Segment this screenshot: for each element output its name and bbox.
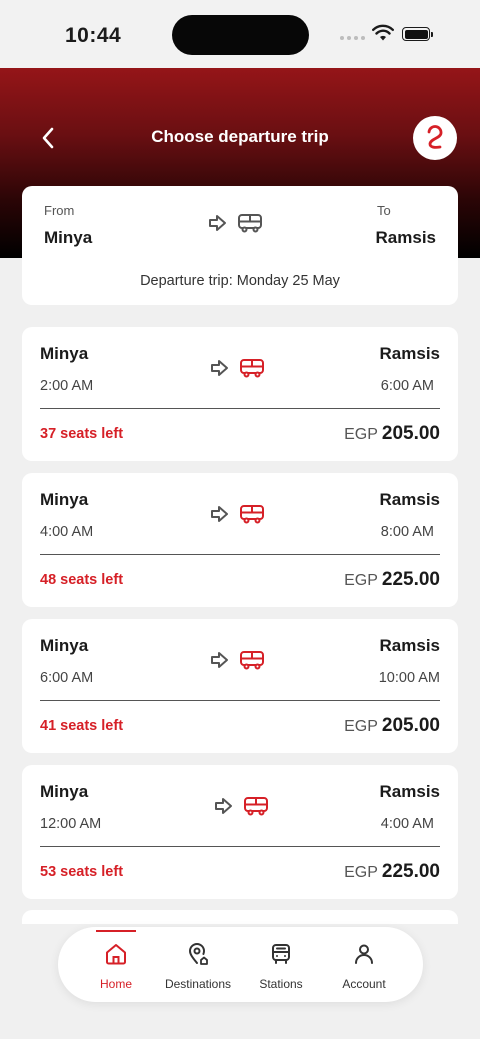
trip-to-city: Ramsis [379,490,440,509]
arrow-right-icon [211,360,228,376]
trip-from-city: Minya [40,490,89,509]
seats-left: 37 seats left [40,426,124,442]
trip-summary-card: From Minya To Ramsis Departure trip: Mon… [22,186,458,305]
account-icon [355,944,373,964]
price-amount: 225.00 [381,569,440,590]
seats-left: 41 seats left [40,718,124,734]
trip-price: EGP 225.00 [344,861,440,883]
price-currency: EGP [344,426,378,443]
divider [40,554,440,555]
cellular-signal-icon [340,36,365,40]
arrow-right-icon [215,798,232,814]
divider [40,700,440,701]
dynamic-island [172,15,309,55]
tab-destinations[interactable]: Destinations [153,927,243,1002]
bus-icon [244,797,268,816]
divider [40,408,440,409]
tab-account[interactable]: Account [319,927,409,1002]
trip-departure-time: 2:00 AM [40,378,94,394]
tab-label: Destinations [164,977,232,991]
trip-arrival-time: 8:00 AM [380,524,434,540]
status-time: 10:44 [65,24,122,47]
brand-logo-button[interactable] [413,116,457,160]
bus-icon [238,214,262,233]
divider [40,846,440,847]
home-icon [106,944,126,965]
trip-card[interactable]: Minya Ramsis 4:00 AM 8:00 AM 48 seats le… [22,473,458,607]
wifi-icon [372,24,394,41]
arrow-right-icon [209,215,226,231]
trip-departure-time: 4:00 AM [40,524,94,540]
tab-label: Account [342,977,386,991]
trip-to-city: Ramsis [379,782,440,801]
price-amount: 205.00 [381,423,440,444]
trip-card[interactable]: Minya Ramsis 2:00 AM 6:00 AM 37 seats le… [22,327,458,461]
departure-date: Departure trip: Monday 25 May [140,273,340,289]
tab-label: Home [99,977,132,991]
price-amount: 205.00 [381,715,440,736]
brand-logo-icon [427,125,443,149]
trip-from-city: Minya [40,782,89,801]
bottom-tab-bar: Home Destinations Stations Account [58,927,423,1002]
tab-stations[interactable]: Stations [236,927,326,1002]
seats-left: 48 seats left [40,572,124,588]
to-city: Ramsis [375,228,436,247]
trip-card[interactable]: Minya Ramsis 6:00 AM 10:00 AM 41 seats l… [22,619,458,753]
price-currency: EGP [344,864,378,881]
stations-icon [272,944,290,964]
trip-departure-time: 6:00 AM [40,670,94,686]
arrow-right-icon [211,652,228,668]
destinations-icon [188,943,208,965]
trip-arrival-time: 4:00 AM [380,816,434,832]
active-tab-indicator [96,930,136,932]
arrow-right-icon [211,506,228,522]
bus-icon [240,359,264,378]
page-title: Choose departure trip [151,127,329,146]
tab-label: Stations [259,977,303,991]
from-label: From [44,203,75,218]
status-bar: 10:44 [0,0,480,68]
price-amount: 225.00 [381,861,440,882]
trip-arrival-time: 6:00 AM [380,378,434,394]
price-currency: EGP [344,572,378,589]
bus-icon [240,505,264,524]
battery-icon [402,27,433,41]
trip-from-city: Minya [40,636,89,655]
trip-price: EGP 205.00 [344,715,440,737]
seats-left: 53 seats left [40,864,124,880]
to-label: To [377,203,391,218]
trip-arrival-time: 10:00 AM [378,670,440,686]
trip-price: EGP 225.00 [344,569,440,591]
trip-price: EGP 205.00 [344,423,440,445]
from-city: Minya [44,228,93,247]
trip-to-city: Ramsis [379,344,440,363]
trip-from-city: Minya [40,344,89,363]
bus-icon [240,651,264,670]
price-currency: EGP [344,718,378,735]
tab-home[interactable]: Home [71,927,161,1002]
trip-card[interactable]: Minya Ramsis 12:00 AM 4:00 AM 53 seats l… [22,765,458,899]
trip-to-city: Ramsis [379,636,440,655]
trip-departure-time: 12:00 AM [40,816,102,832]
